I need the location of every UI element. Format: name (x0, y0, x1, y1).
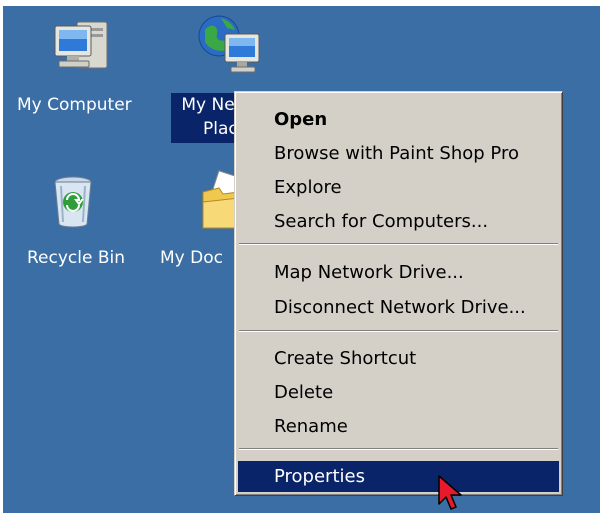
desktop-icon-label-line2: Plac (171, 117, 239, 143)
desktop-icon-label: My Computer (17, 95, 132, 115)
menu-item-rename[interactable]: Rename (238, 411, 559, 442)
menu-item-properties[interactable]: Properties (238, 461, 559, 492)
menu-separator (239, 330, 558, 332)
menu-item-open[interactable]: Open (238, 104, 559, 135)
menu-item-create-shortcut[interactable]: Create Shortcut (238, 343, 559, 374)
menu-item-delete[interactable]: Delete (238, 377, 559, 408)
menu-item-disconnect-network-drive[interactable]: Disconnect Network Drive... (238, 292, 559, 323)
menu-item-explore[interactable]: Explore (238, 172, 559, 203)
network-places-icon (198, 15, 260, 73)
recycle-bin-icon (54, 176, 92, 228)
menu-item-browse-with-paint-shop-pro[interactable]: Browse with Paint Shop Pro (238, 138, 559, 169)
mouse-cursor-icon (438, 475, 462, 510)
context-menu[interactable]: Open Browse with Paint Shop Pro Explore … (234, 91, 563, 496)
menu-separator (239, 243, 558, 245)
desktop-icon-label: My Doc (160, 248, 223, 268)
desktop-icon-label: Recycle Bin (27, 248, 126, 268)
menu-item-map-network-drive[interactable]: Map Network Drive... (238, 257, 559, 288)
menu-separator (239, 448, 558, 450)
my-computer-icon (54, 21, 108, 69)
menu-item-search-for-computers[interactable]: Search for Computers... (238, 206, 559, 237)
